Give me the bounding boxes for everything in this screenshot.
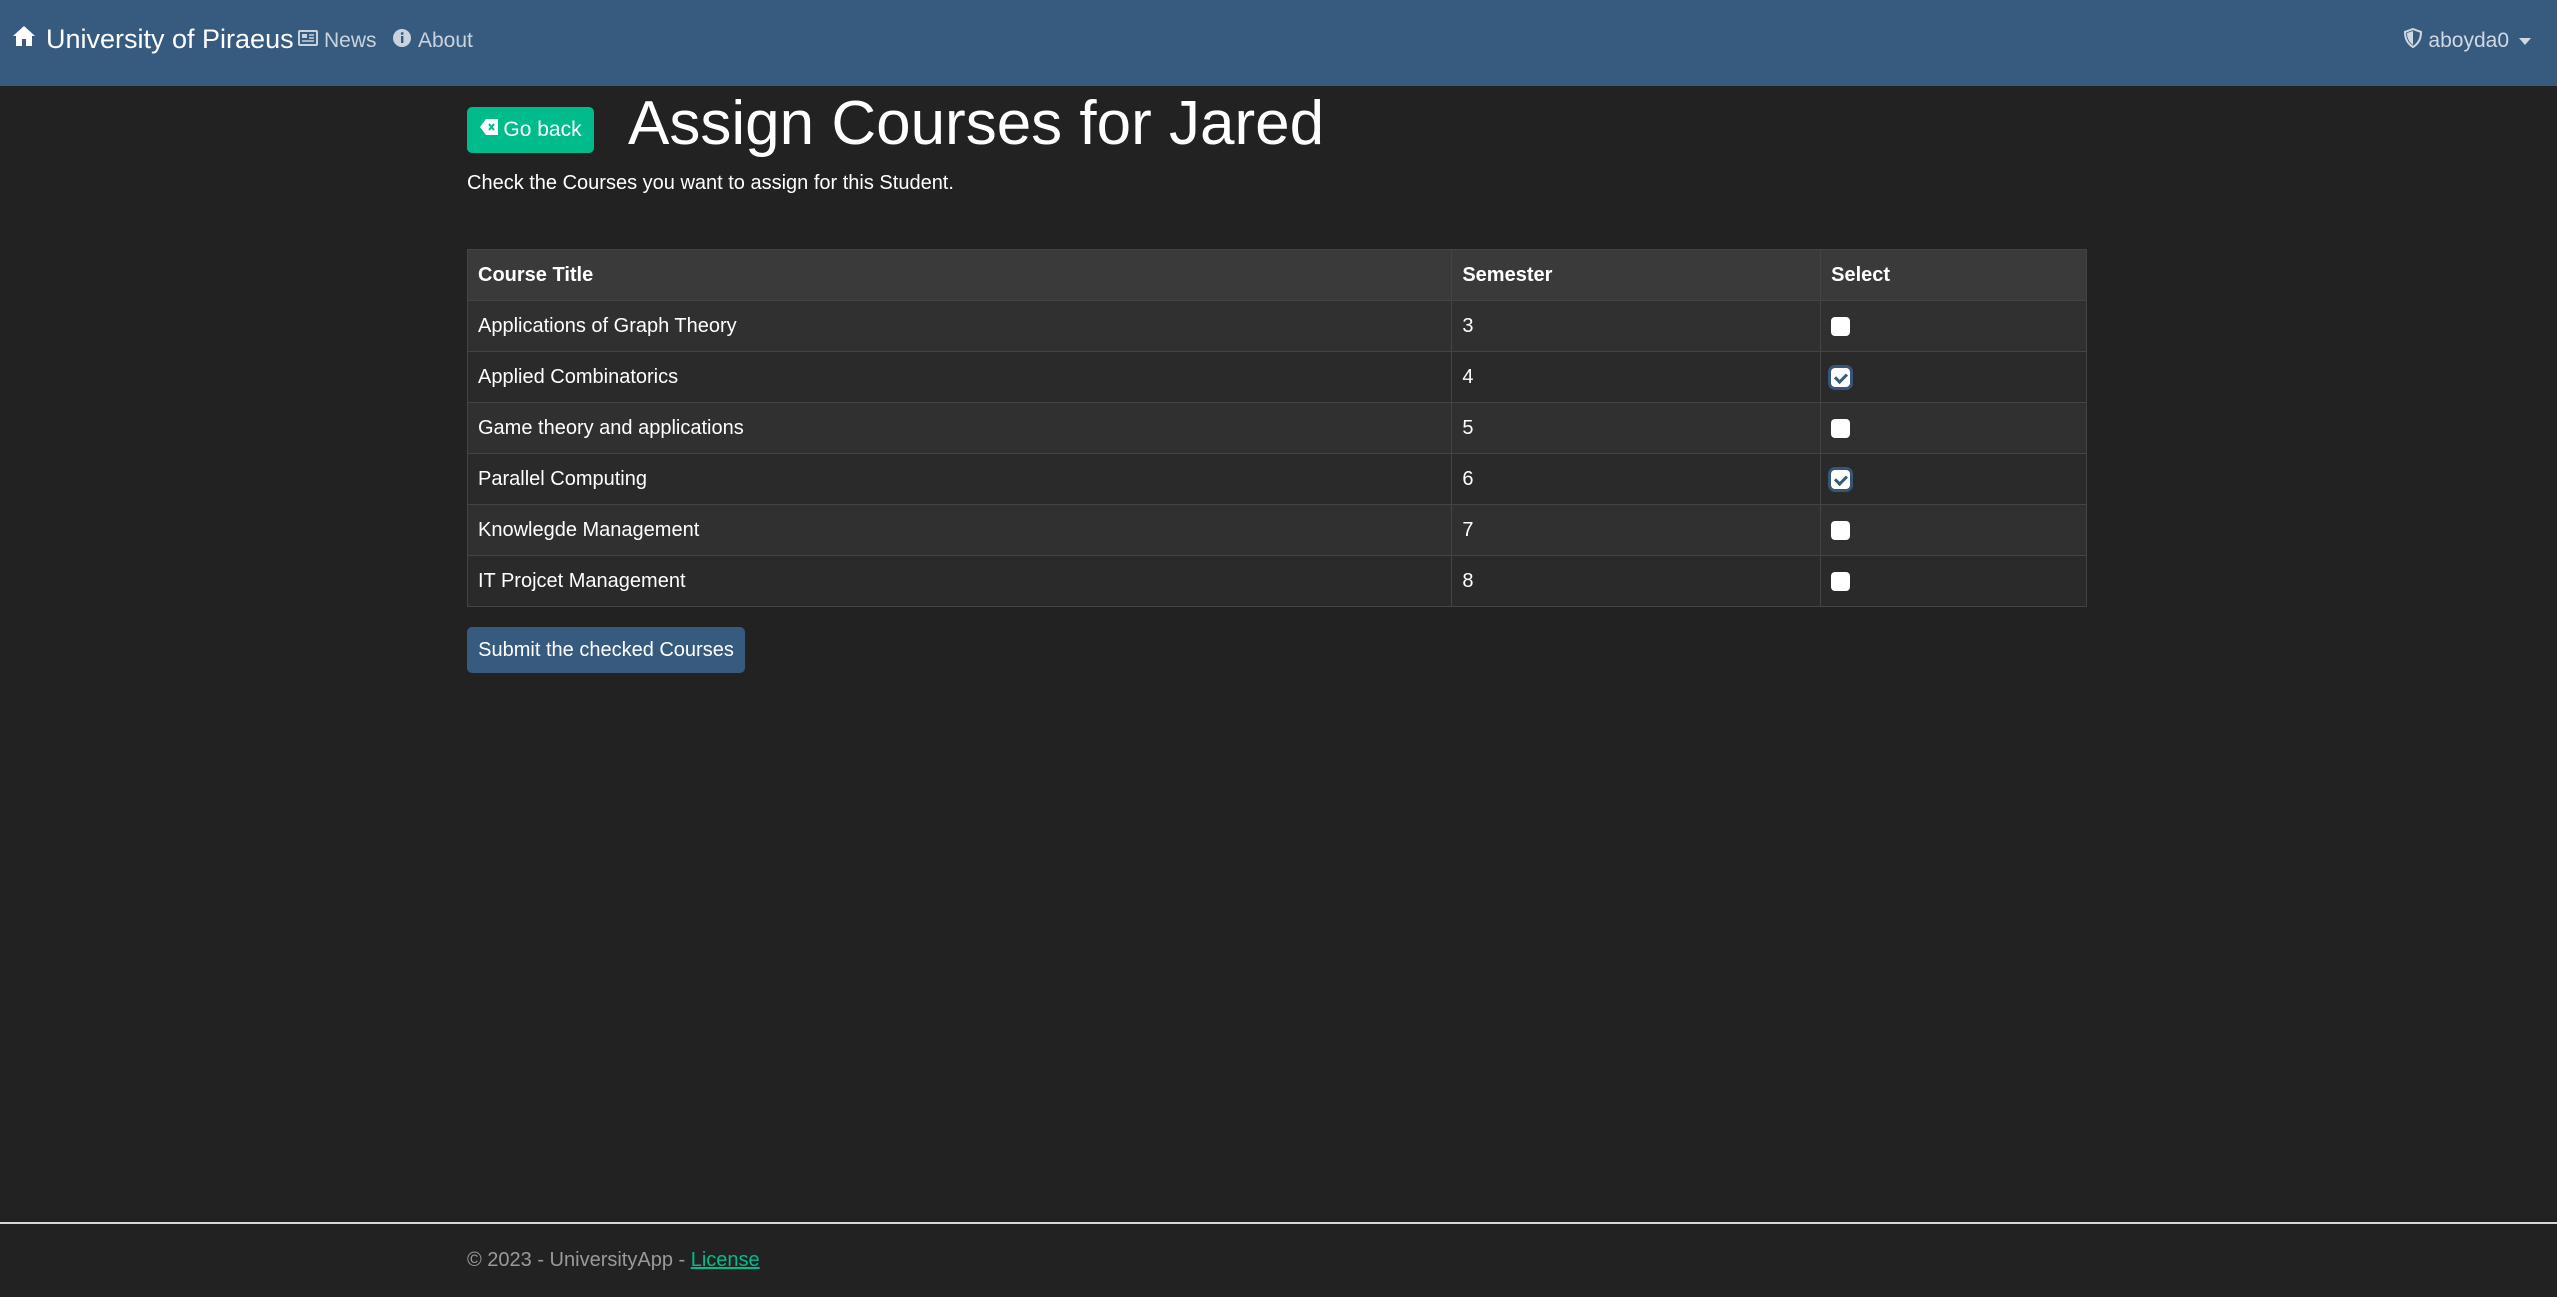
course-title-cell: Parallel Computing xyxy=(466,453,1453,505)
course-title-cell: IT Projcet Management xyxy=(466,555,1453,607)
courses-table: Course Title Semester Select Application… xyxy=(466,249,2087,607)
go-back-label: Go back xyxy=(503,118,582,141)
semester-cell: 5 xyxy=(1451,402,1822,454)
semester-cell: 4 xyxy=(1451,351,1822,403)
backspace-icon xyxy=(479,118,499,142)
semester-cell: 6 xyxy=(1451,453,1822,505)
course-title-cell: Applications of Graph Theory xyxy=(466,300,1453,352)
header-select: Select xyxy=(1820,249,2087,301)
table-row: Applied Combinatorics 4 xyxy=(466,351,2087,403)
shield-icon xyxy=(2404,27,2423,54)
semester-cell: 3 xyxy=(1451,300,1822,352)
table-row: IT Projcet Management 8 xyxy=(466,555,2087,607)
select-cell xyxy=(1820,402,2087,454)
table-row: Applications of Graph Theory 3 xyxy=(466,300,2087,352)
brand-link[interactable]: University of Piraeus xyxy=(12,24,294,55)
select-cell xyxy=(1820,300,2087,352)
nav-news-label: News xyxy=(324,29,377,52)
nav-news[interactable]: News xyxy=(298,28,377,54)
table-header-row: Course Title Semester Select xyxy=(466,249,2087,301)
home-icon xyxy=(12,24,36,55)
footer: © 2023 - UniversityApp - License xyxy=(467,1249,760,1272)
user-name: aboyda0 xyxy=(2428,29,2509,52)
semester-cell: 8 xyxy=(1451,555,1822,607)
info-icon xyxy=(392,28,412,54)
page-title: Assign Courses for Jared xyxy=(628,89,1325,158)
select-cell xyxy=(1820,555,2087,607)
brand-label: University of Piraeus xyxy=(46,24,294,54)
course-checkbox[interactable] xyxy=(1831,418,1851,438)
select-cell xyxy=(1820,453,2087,505)
header-semester: Semester xyxy=(1451,249,1822,301)
user-menu-dropdown[interactable]: aboyda0 xyxy=(2404,27,2531,54)
nav-about[interactable]: About xyxy=(392,28,473,54)
navbar: University of Piraeus News About aboyda0 xyxy=(0,0,2557,86)
footer-text: © 2023 - UniversityApp - xyxy=(467,1249,691,1271)
chevron-down-icon xyxy=(2519,37,2531,45)
course-checkbox[interactable] xyxy=(1831,367,1851,387)
semester-cell: 7 xyxy=(1451,504,1822,556)
course-title-cell: Knowlegde Management xyxy=(466,504,1453,556)
newspaper-icon xyxy=(298,28,318,54)
course-checkbox[interactable] xyxy=(1831,571,1851,591)
table-row: Game theory and applications 5 xyxy=(466,402,2087,454)
course-checkbox[interactable] xyxy=(1831,520,1851,540)
license-link[interactable]: License xyxy=(691,1249,760,1271)
select-cell xyxy=(1820,504,2087,556)
select-cell xyxy=(1820,351,2087,403)
nav-about-label: About xyxy=(418,29,473,52)
course-title-cell: Game theory and applications xyxy=(466,402,1453,454)
header-course-title: Course Title xyxy=(466,249,1453,301)
table-row: Knowlegde Management 7 xyxy=(466,504,2087,556)
course-checkbox[interactable] xyxy=(1831,469,1851,489)
submit-courses-button[interactable]: Submit the checked Courses xyxy=(467,627,745,673)
table-row: Parallel Computing 6 xyxy=(466,453,2087,505)
course-checkbox[interactable] xyxy=(1831,316,1851,336)
footer-divider xyxy=(0,1222,2557,1224)
go-back-button[interactable]: Go back xyxy=(467,107,594,153)
course-title-cell: Applied Combinatorics xyxy=(466,351,1453,403)
instructions-text: Check the Courses you want to assign for… xyxy=(467,172,954,194)
